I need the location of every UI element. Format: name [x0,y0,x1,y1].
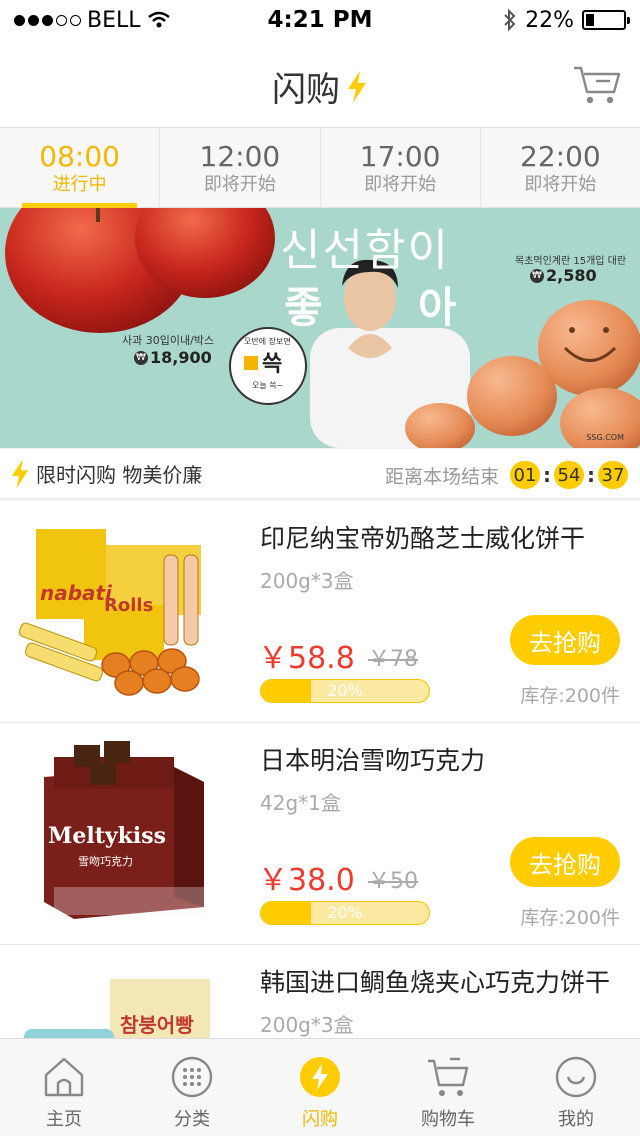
signal-strength-icon [14,14,81,26]
countdown-seconds: 37 [598,461,628,489]
tab-profile[interactable]: 我的 [512,1039,640,1136]
lightning-icon [11,458,29,489]
category-icon [171,1056,213,1098]
buy-now-button[interactable]: 去抢购 [510,837,620,887]
progress-label: 20% [327,903,363,922]
product-spec: 200g*3盒 [260,569,354,593]
product-spec: 200g*3盒 [260,1013,354,1037]
product-name[interactable]: 日本明治雪吻巧克力 [260,741,485,777]
tab-1200[interactable]: 12:00 即将开始 [160,128,321,207]
product-name[interactable]: 印尼纳宝帝奶酪芝士威化饼干 [260,519,585,555]
tab-label: 闪购 [302,1109,338,1130]
product-original-price: ￥50 [368,869,418,894]
wifi-icon [147,11,170,28]
product-image-sub: Rolls [104,595,154,616]
profile-icon [555,1056,597,1098]
cart-icon [574,66,621,104]
egg-caption: 목초먹인계란 15개입 대란 [515,256,627,267]
bluetooth-icon [504,9,516,31]
carrier-name: BELL [87,7,141,33]
battery-percent: 22% [525,7,574,33]
tab-flash[interactable]: 闪购 [256,1039,384,1136]
tab-1700[interactable]: 17:00 即将开始 [321,128,481,207]
countdown-separator: : [543,463,551,487]
product-price: ￥58.8 [258,641,355,676]
carrier-signal: BELL [14,8,171,33]
flash-sale-title: 限时闪购 物美价廉 [36,463,203,487]
tab-time: 12:00 [199,140,281,173]
tab-state: 进行中 [52,174,107,195]
cart-button[interactable] [572,64,622,106]
product-price: ￥38.0 [258,863,355,898]
apple-price-tag: ₩ 18,900 [134,348,212,367]
tab-label: 分类 [174,1109,210,1130]
cart-icon [428,1057,469,1096]
product-spec: 42g*1盒 [260,791,341,815]
status-right: 22% [503,7,630,33]
stamp-bottom-text: 오늘 쓱~ [252,381,284,390]
product-card[interactable]: 참붕어빵 韩国进口鲷鱼烧夹心巧克力饼干 200g*3盒 [0,945,640,1038]
tab-label: 主页 [46,1109,82,1130]
product-original-price: ￥78 [368,647,418,672]
won-icon: ₩ [134,350,148,365]
tab-label: 我的 [558,1109,594,1130]
product-list: nabati Rolls 印尼纳宝帝奶酪芝士威化饼干 200g*3盒 ￥58.8… [0,501,640,1038]
product-name[interactable]: 韩国进口鲷鱼烧夹心巧克力饼干 [260,963,610,999]
tab-state: 即将开始 [524,174,597,195]
banner-brand: SSG.COM [586,433,624,442]
lightning-icon [348,70,366,103]
countdown-label: 距离本场结束 [384,465,499,488]
product-image-brand: nabati [40,581,112,605]
product-image-brand: Meltykiss [48,823,167,849]
apple-caption: 사과 30입이내/박스 [122,334,215,347]
countdown-hours: 01 [510,461,540,489]
tab-0800[interactable]: 08:00 进行中 [0,128,161,208]
battery-icon [582,10,630,30]
tab-time: 22:00 [520,140,601,173]
product-card[interactable]: Meltykiss 雪吻巧克力 日本明治雪吻巧克力 42g*1盒 ￥38.0 ￥… [0,723,640,945]
status-bar: BELL 4:21 PM 22% [0,0,640,40]
tab-time: 17:00 [359,140,441,173]
tab-cart[interactable]: 购物车 [384,1039,512,1136]
product-card[interactable]: nabati Rolls 印尼纳宝帝奶酪芝士威化饼干 200g*3盒 ￥58.8… [0,501,640,723]
home-icon [44,1057,84,1097]
tab-category[interactable]: 分类 [128,1039,256,1136]
page-title: 闪购 [0,62,640,111]
tab-home[interactable]: 主页 [0,1039,128,1136]
product-image-sub: 雪吻巧克力 [78,855,133,868]
flash-icon [300,1057,340,1097]
apple-price: 18,900 [150,348,212,367]
sales-progress-bar: 20% [260,679,430,703]
progress-label: 20% [327,681,363,700]
flash-sale-header: 限时闪购 物美价廉 距离本场结束 01 : 54 : 37 [0,449,640,499]
promo-banner[interactable]: 신선함이 좋 아 사과 30입이내/박스 ₩ 18,900 목초먹인계란 15개… [0,208,640,448]
egg-price: 2,580 [546,266,597,285]
tab-label: 购物车 [421,1109,475,1130]
product-image-brand: 참붕어빵 [120,1013,194,1037]
buy-now-button[interactable]: 去抢购 [510,615,620,665]
tab-2200[interactable]: 22:00 即将开始 [481,128,640,207]
banner-headline-right: 아 [418,283,457,332]
stock-count: 库存:200件 [520,907,620,929]
stamp-main-text: 쓱 [262,352,283,377]
nav-bar: 闪购 [0,40,640,128]
tab-time: 08:00 [39,140,120,173]
banner-headline-left: 좋 [284,283,323,332]
page-title-text: 闪购 [272,70,340,110]
banner-headline: 신선함이 [280,225,450,276]
bottom-tab-bar: 主页 分类 闪购 购物车 我的 [0,1038,640,1136]
won-icon: ₩ [530,268,544,283]
egg-price-tag: ₩ 2,580 [530,266,597,285]
countdown-separator: : [587,463,595,487]
countdown-minutes: 54 [554,461,584,489]
tab-state: 即将开始 [203,174,276,195]
time-slot-tabs: 08:00 进行中 12:00 即将开始 17:00 即将开始 22:00 即将… [0,128,640,208]
countdown-timer: 距离本场结束 01 : 54 : 37 [385,461,628,489]
sales-progress-bar: 20% [260,901,430,925]
tab-state: 即将开始 [364,174,437,195]
stock-count: 库存:200件 [520,685,620,707]
